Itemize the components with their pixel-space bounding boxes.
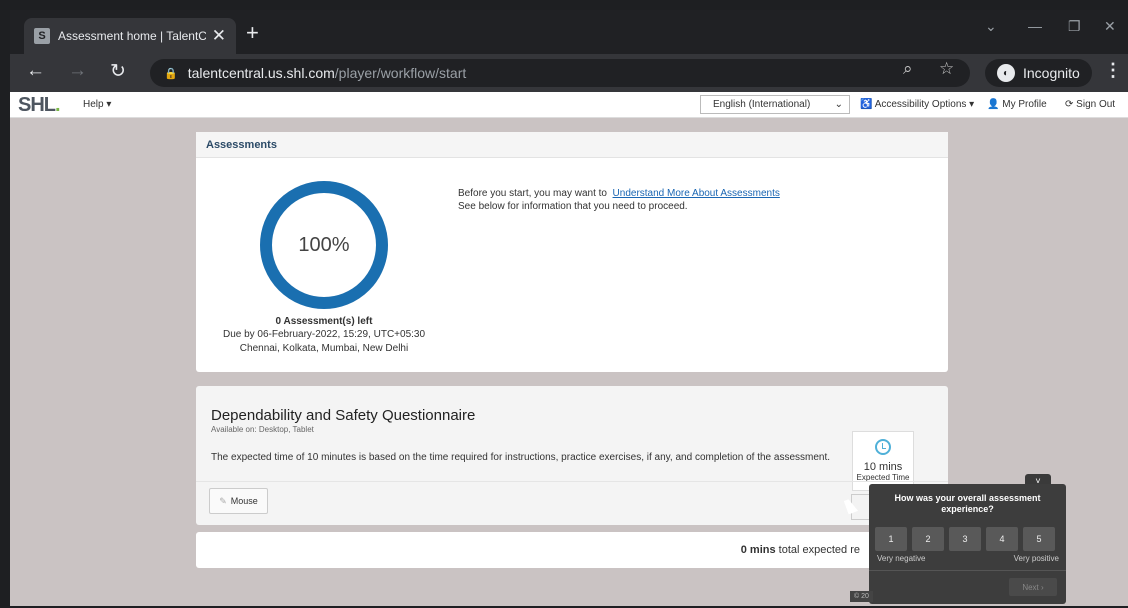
shl-logo: SHL. <box>18 94 60 116</box>
mouse-button[interactable]: ✎ Mouse <box>209 488 268 514</box>
lock-icon: 🔒 <box>164 67 178 80</box>
copyright: © 20 <box>850 591 873 602</box>
sign-out-link[interactable]: ⟳ Sign Out <box>1065 99 1115 110</box>
bookmark-star-icon[interactable]: ☆ <box>939 59 954 79</box>
help-menu[interactable]: Help ▾ <box>83 99 111 110</box>
due-date: Due by 06-February-2022, 15:29, UTC+05:3… <box>222 329 426 340</box>
very-positive-label: Very positive <box>1013 554 1059 563</box>
url-path: /player/workflow/start <box>334 65 467 81</box>
rating-5[interactable]: 5 <box>1023 527 1055 551</box>
timezone: Chennai, Kolkata, Mumbai, New Delhi <box>239 343 409 354</box>
chevron-down-icon: ⌄ <box>834 99 843 110</box>
accessibility-menu[interactable]: ♿ Accessibility Options ▾ <box>860 99 974 110</box>
feedback-question: How was your overall assessment experien… <box>894 493 1041 514</box>
accessibility-icon: ♿ <box>860 99 875 110</box>
next-button[interactable]: Next › <box>1009 578 1057 596</box>
my-profile-link[interactable]: 👤 My Profile <box>987 99 1047 110</box>
address-bar[interactable]: 🔒 talentcentral.us.shl.com /player/workf… <box>150 59 970 87</box>
forward-icon[interactable]: → <box>68 60 87 82</box>
availability: Available on: Desktop, Tablet <box>211 425 314 434</box>
assessments-header: Assessments <box>196 132 948 158</box>
browser-titlebar: S Assessment home | TalentCent ✕ + ⌄ — ❐… <box>10 10 1128 54</box>
language-select[interactable]: English (International) ⌄ <box>700 95 850 114</box>
minimize-icon[interactable]: — <box>1028 18 1042 34</box>
language-value: English (International) <box>713 99 811 110</box>
progress-percent: 100% <box>298 233 350 256</box>
divider <box>196 481 948 482</box>
rating-2[interactable]: 2 <box>912 527 944 551</box>
pencil-icon: ✎ <box>219 495 227 506</box>
course-card: Dependability and Safety Questionnaire A… <box>196 386 948 525</box>
tab-search-icon[interactable]: ⌄ <box>985 18 997 35</box>
favicon-icon: S <box>34 28 50 44</box>
back-icon[interactable]: ← <box>26 60 45 82</box>
rating-4[interactable]: 4 <box>986 527 1018 551</box>
close-tab-icon[interactable]: ✕ <box>212 26 226 46</box>
very-negative-label: Very negative <box>877 554 926 563</box>
close-window-icon[interactable]: ✕ <box>1104 18 1116 35</box>
new-tab-button[interactable]: + <box>246 20 259 46</box>
incognito-badge[interactable]: ◐ Incognito <box>985 59 1092 87</box>
course-description: The expected time of 10 minutes is based… <box>211 452 831 463</box>
browser-menu-icon[interactable]: ⋮ <box>1104 60 1122 81</box>
zoom-icon[interactable]: ⌕ <box>903 59 913 79</box>
rating-3[interactable]: 3 <box>949 527 981 551</box>
summary-card: 0 mins total expected re <box>196 532 948 568</box>
expected-time-box: 10 mins Expected Time <box>852 431 914 491</box>
total-time: 0 mins total expected re <box>740 544 860 556</box>
browser-toolbar: ← → ↻ 🔒 talentcentral.us.shl.com /player… <box>10 54 1128 92</box>
feedback-widget: How was your overall assessment experien… <box>869 484 1066 604</box>
restore-icon[interactable]: ❐ <box>1068 18 1081 35</box>
sign-out-icon: ⟳ <box>1065 99 1077 110</box>
reload-icon[interactable]: ↻ <box>110 60 126 83</box>
rating-1[interactable]: 1 <box>875 527 907 551</box>
intro-text: Before you start, you may want to Unders… <box>458 188 780 212</box>
tab-title: Assessment home | TalentCent <box>58 29 206 43</box>
browser-tab[interactable]: S Assessment home | TalentCent ✕ <box>24 18 236 54</box>
understand-more-link[interactable]: Understand More About Assessments <box>613 188 780 199</box>
clock-icon <box>875 439 891 455</box>
course-title: Dependability and Safety Questionnaire <box>211 407 476 424</box>
incognito-label: Incognito <box>1023 65 1080 81</box>
incognito-icon: ◐ <box>997 64 1015 82</box>
site-header: SHL. Help ▾ English (International) ⌄ ♿ … <box>10 92 1128 118</box>
divider <box>869 570 1066 571</box>
assessments-card: Assessments 100% 0 Assessment(s) left Du… <box>196 132 948 372</box>
user-icon: 👤 <box>987 99 1003 110</box>
time-value: 10 mins <box>863 461 903 473</box>
rating-options: 1 2 3 4 5 <box>875 527 1055 551</box>
url-host: talentcentral.us.shl.com <box>187 65 335 81</box>
assessments-left: 0 Assessment(s) left <box>275 316 373 327</box>
